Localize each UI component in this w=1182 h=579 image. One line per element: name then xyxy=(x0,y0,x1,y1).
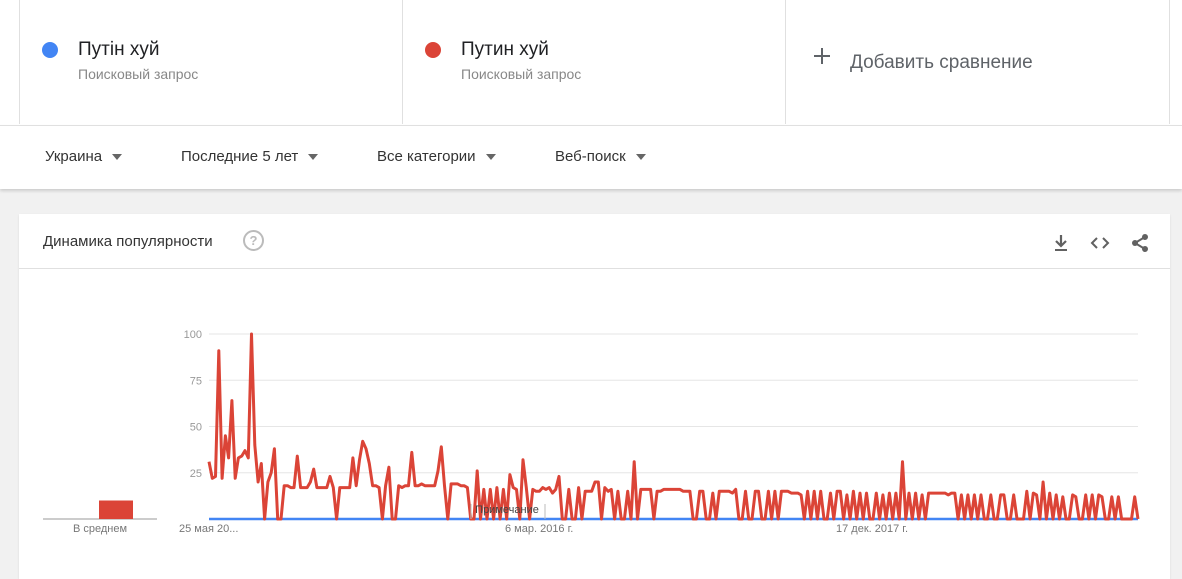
region-label: Украина xyxy=(45,148,103,165)
caret-down-icon xyxy=(112,153,123,160)
series-color-dot-2 xyxy=(425,42,441,58)
caret-down-icon xyxy=(308,153,319,160)
period-label: Последние 5 лет xyxy=(181,148,299,165)
average-panel: В среднем xyxy=(43,500,157,535)
term-subtitle-2: Поисковый запрос xyxy=(461,66,582,82)
chart-note-label[interactable]: Примечание xyxy=(475,504,539,516)
caret-down-icon xyxy=(635,153,646,160)
term-name-1: Путін хуй xyxy=(78,39,160,60)
region-dropdown[interactable]: Украина xyxy=(45,148,123,165)
interest-chart[interactable]: В среднем 25 50 75 100 Примечание 25 мая 20… xyxy=(19,214,1170,579)
y-tick-label: 50 xyxy=(190,422,202,434)
x-tick-label-3: 17 дек. 2017 г. xyxy=(836,523,908,535)
period-dropdown[interactable]: Последние 5 лет xyxy=(181,148,319,165)
term-card-1[interactable]: Путін хуй Поисковый запрос xyxy=(19,0,403,124)
add-comparison-button[interactable]: Добавить сравнение xyxy=(785,0,1170,124)
x-tick-label-2: 6 мар. 2016 г. xyxy=(505,523,573,535)
term-card-2[interactable]: Путин хуй Поисковый запрос xyxy=(402,0,786,124)
category-label: Все категории xyxy=(377,148,476,165)
add-comparison-label: Добавить сравнение xyxy=(850,52,1033,73)
interest-over-time-card: Динамика популярности ? В среднем 25 50 75… xyxy=(19,214,1170,579)
filter-bar: Украина Последние 5 лет Все категории Ве… xyxy=(0,125,1182,189)
series-color-dot-1 xyxy=(42,42,58,58)
plus-icon xyxy=(813,47,831,65)
term-subtitle-1: Поисковый запрос xyxy=(78,66,199,82)
average-bar-2[interactable] xyxy=(99,500,133,520)
average-label: В среднем xyxy=(73,523,127,535)
y-tick-label: 75 xyxy=(190,375,202,387)
term-name-2: Путин хуй xyxy=(461,39,549,60)
x-tick-label-1: 25 мая 20... xyxy=(179,523,238,535)
chart-grid xyxy=(209,333,1138,474)
caret-down-icon xyxy=(485,153,496,160)
y-tick-label: 25 xyxy=(190,468,202,480)
search-type-label: Веб-поиск xyxy=(555,148,626,165)
search-type-dropdown[interactable]: Веб-поиск xyxy=(555,148,646,165)
y-tick-label: 100 xyxy=(184,329,202,341)
category-dropdown[interactable]: Все категории xyxy=(377,148,496,165)
comparison-terms: Путін хуй Поисковый запрос Путин хуй Пои… xyxy=(0,0,1182,125)
